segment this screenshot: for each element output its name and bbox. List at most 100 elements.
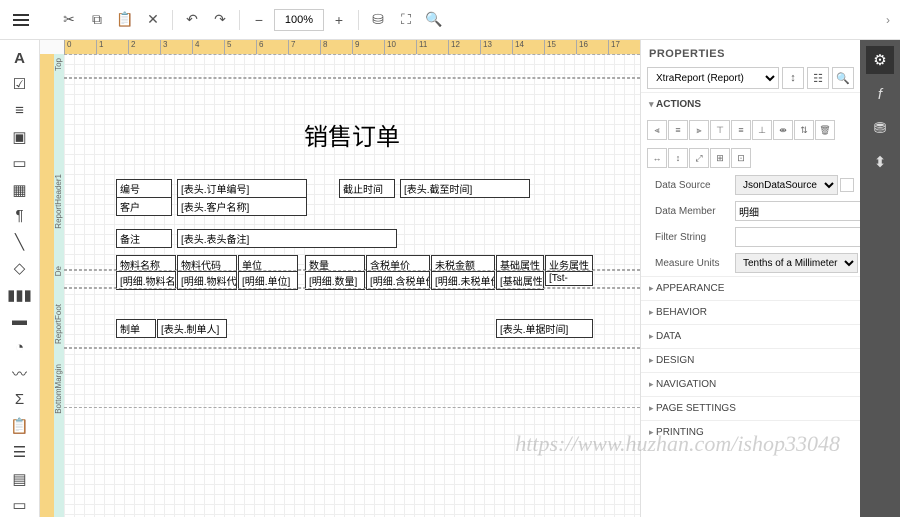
align-bottom[interactable]: ⊥ xyxy=(752,120,772,140)
explorer-tab[interactable]: ⬍ xyxy=(866,148,894,176)
section-behavior[interactable]: BEHAVIOR xyxy=(641,300,860,324)
copy-button[interactable]: ⧉ xyxy=(84,7,110,33)
picture-tool[interactable]: ▣ xyxy=(6,125,34,149)
redo-button[interactable]: ↷ xyxy=(207,7,233,33)
expand-right-icon[interactable]: › xyxy=(886,13,890,27)
properties-title: PROPERTIES xyxy=(641,40,860,64)
right-rail: ⚙ f ⛃ ⬍ xyxy=(860,40,900,517)
settings-tab[interactable]: ⚙ xyxy=(866,46,894,74)
align-center-h[interactable]: ≡ xyxy=(668,120,688,140)
data-member-input[interactable] xyxy=(735,201,875,221)
top-toolbar: ✂ ⧉ 📋 ✕ ↶ ↷ − + ⛁ ⛶ 🔍 › xyxy=(0,0,900,40)
menu-button[interactable] xyxy=(6,5,36,35)
page-tool[interactable]: ▭ xyxy=(6,493,34,517)
section-page-settings[interactable]: PAGE SETTINGS xyxy=(641,396,860,420)
section-appearance[interactable]: APPEARANCE xyxy=(641,276,860,300)
align-right[interactable]: ⫸ xyxy=(689,120,709,140)
filter-string-input[interactable] xyxy=(735,227,875,247)
paste-button[interactable]: 📋 xyxy=(112,7,138,33)
band-label-header: ReportHeader1 xyxy=(54,174,63,229)
row-measure-units: Measure Units Tenths of a Millimeter xyxy=(641,250,860,276)
table-tool[interactable]: ▦ xyxy=(6,177,34,201)
detail-band[interactable]: [明细.物料名称] [明细.物料代码] [明细.单位] [明细.数量] [明细.… xyxy=(64,270,640,288)
bottommargin-band[interactable] xyxy=(64,348,640,408)
label-maker[interactable]: 制单 xyxy=(116,319,156,338)
reportheader-band[interactable]: 销售订单 编号 [表头.订单编号] 截止时间 [表头.截至时间] 客户 [表头.… xyxy=(64,78,640,270)
search-prop-button[interactable]: 🔍 xyxy=(832,67,854,89)
sum-tool[interactable]: Σ xyxy=(6,388,34,412)
field-remark[interactable]: [表头.表头备注] xyxy=(177,229,397,248)
section-printing[interactable]: PRINTING xyxy=(641,420,860,444)
reportfooter-band[interactable]: 制单 [表头.制单人] [表头.单据时间] xyxy=(64,288,640,348)
panel-tool[interactable]: ▭ xyxy=(6,151,34,175)
report-surface[interactable]: 销售订单 编号 [表头.订单编号] 截止时间 [表头.截至时间] 客户 [表头.… xyxy=(64,54,640,517)
zoom-input[interactable] xyxy=(274,9,324,31)
field-deadline[interactable]: [表头.截至时间] xyxy=(400,179,530,198)
clipboard-tool[interactable]: 📋 xyxy=(6,414,34,438)
field-customer[interactable]: [表头.客户名称] xyxy=(177,197,307,216)
design-canvas[interactable]: 01234567891011121314151617 Top ReportHea… xyxy=(40,40,640,517)
element-selector[interactable]: XtraReport (Report) xyxy=(647,67,779,89)
trash-icon[interactable]: 🗑 xyxy=(815,120,835,140)
cell-d8[interactable]: [Tst- xyxy=(545,271,593,286)
characterset-tool[interactable]: ¶ xyxy=(6,204,34,228)
list-tool[interactable]: ☰ xyxy=(6,440,34,464)
dist-h[interactable]: ⇼ xyxy=(773,120,793,140)
sort-button[interactable]: ↕ xyxy=(782,67,804,89)
dist-v[interactable]: ⇅ xyxy=(794,120,814,140)
row-data-member: Data Member ✕ xyxy=(641,198,860,224)
properties-panel: PROPERTIES XtraReport (Report) ↕ ☷ 🔍 ACT… xyxy=(640,40,860,517)
band-labels: Top ReportHeader1 De ReportFoot BottomMa… xyxy=(54,54,64,517)
line-tool[interactable]: ╲ xyxy=(6,230,34,254)
shape-tool[interactable]: ◇ xyxy=(6,256,34,280)
label-tool[interactable]: A xyxy=(6,46,34,70)
label-deadline[interactable]: 截止时间 xyxy=(339,179,395,198)
align-top[interactable]: ⊤ xyxy=(710,120,730,140)
size-snap[interactable]: ⊡ xyxy=(731,148,751,168)
richtext-tool[interactable]: ≡ xyxy=(6,99,34,123)
field-bill-time[interactable]: [表头.单据时间] xyxy=(496,319,593,338)
expressions-tab[interactable]: f xyxy=(866,80,894,108)
fullscreen-button[interactable]: ⛶ xyxy=(393,7,419,33)
datasource-button[interactable]: ⛁ xyxy=(365,7,391,33)
barcode-tool[interactable]: ▮▮▮ xyxy=(6,283,34,307)
data-tab[interactable]: ⛃ xyxy=(866,114,894,142)
preview-button[interactable]: 🔍 xyxy=(421,7,447,33)
delete-button[interactable]: ✕ xyxy=(140,7,166,33)
subreport-tool[interactable]: ▤ xyxy=(6,467,34,491)
cut-button[interactable]: ✂ xyxy=(56,7,82,33)
label-customer[interactable]: 客户 xyxy=(116,197,172,216)
checkbox-tool[interactable]: ☑ xyxy=(6,72,34,96)
align-left[interactable]: ⫷ xyxy=(647,120,667,140)
size-h[interactable]: ↕ xyxy=(668,148,688,168)
band-label-bottom: BottomMargin xyxy=(54,364,63,414)
row-filter-string: Filter String ⋯ xyxy=(641,224,860,250)
topmargin-band[interactable] xyxy=(64,54,640,78)
label-remark[interactable]: 备注 xyxy=(116,229,172,248)
gauge-tool[interactable]: ◔ xyxy=(6,335,34,359)
data-source-chk[interactable] xyxy=(840,178,854,192)
size-grid[interactable]: ⊞ xyxy=(710,148,730,168)
size-w[interactable]: ↔ xyxy=(647,148,667,168)
zoom-in-button[interactable]: + xyxy=(326,7,352,33)
section-navigation[interactable]: NAVIGATION xyxy=(641,372,860,396)
data-source-select[interactable]: JsonDataSource xyxy=(735,175,838,195)
section-actions[interactable]: ACTIONS xyxy=(641,92,860,116)
field-maker[interactable]: [表头.制单人] xyxy=(157,319,227,338)
report-title[interactable]: 销售订单 xyxy=(304,117,400,152)
section-design[interactable]: DESIGN xyxy=(641,348,860,372)
measure-units-select[interactable]: Tenths of a Millimeter xyxy=(735,253,858,273)
row-data-source: Data Source JsonDataSource xyxy=(641,172,860,198)
section-data[interactable]: DATA xyxy=(641,324,860,348)
field-order-no[interactable]: [表头.订单编号] xyxy=(177,179,307,198)
vertical-ruler xyxy=(40,54,54,517)
chart-tool[interactable]: ▬ xyxy=(6,309,34,333)
undo-button[interactable]: ↶ xyxy=(179,7,205,33)
sparkline-tool[interactable]: 〰 xyxy=(6,361,34,385)
label-order-no[interactable]: 编号 xyxy=(116,179,172,198)
align-middle[interactable]: ≡ xyxy=(731,120,751,140)
band-label-detail: De xyxy=(54,266,63,276)
category-button[interactable]: ☷ xyxy=(807,67,829,89)
size-both[interactable]: ⤢ xyxy=(689,148,709,168)
zoom-out-button[interactable]: − xyxy=(246,7,272,33)
